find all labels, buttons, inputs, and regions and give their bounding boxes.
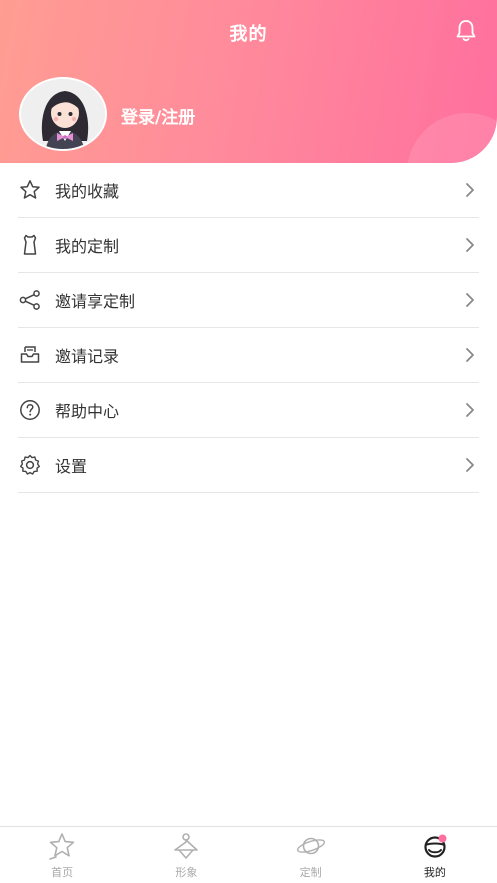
tab-home[interactable]: 首页 (0, 827, 124, 883)
chevron-right-icon (466, 183, 474, 197)
login-register-link[interactable]: 登录/注册 (121, 103, 195, 128)
avatar-illustration (21, 79, 105, 149)
settings-menu: 我的收藏 我的定制 邀请享定制 邀请记录 帮助中心 设置 (0, 163, 497, 493)
chevron-right-icon (466, 403, 474, 417)
menu-item-label: 邀请享定制 (55, 292, 136, 311)
share-icon (19, 290, 40, 310)
menu-item-my-custom[interactable]: 我的定制 (18, 218, 479, 273)
page-title: 我的 (229, 24, 268, 45)
profile-icon (424, 834, 447, 858)
tab-image[interactable]: 形象 (124, 827, 248, 883)
tab-label: 我的 (423, 866, 446, 879)
chevron-right-icon (466, 458, 474, 472)
menu-item-label: 邀请记录 (55, 347, 120, 366)
menu-item-label: 我的收藏 (55, 182, 120, 201)
bell-icon[interactable] (453, 18, 479, 44)
planet-icon (296, 837, 325, 855)
chevron-right-icon (466, 348, 474, 362)
header-decoration (407, 113, 497, 163)
chevron-right-icon (466, 293, 474, 307)
inbox-icon (20, 346, 40, 363)
profile-page: 我的 登录/注册 我的收藏 我的定制 邀请享定制 邀请记录 帮助中心 设置 首页… (0, 0, 497, 883)
tab-label: 定制 (299, 866, 322, 879)
chevron-right-icon (466, 238, 474, 252)
hanger-icon (174, 833, 199, 859)
menu-item-settings[interactable]: 设置 (18, 438, 479, 493)
help-icon (20, 400, 40, 420)
menu-item-invite-records[interactable]: 邀请记录 (18, 328, 479, 383)
tab-label: 形象 (175, 866, 198, 879)
tab-custom[interactable]: 定制 (249, 827, 373, 883)
menu-item-invite[interactable]: 邀请享定制 (18, 273, 479, 328)
menu-item-help[interactable]: 帮助中心 (18, 383, 479, 438)
avatar[interactable] (19, 77, 107, 151)
menu-item-label: 设置 (55, 457, 88, 476)
notification-badge (438, 834, 447, 843)
tab-label: 首页 (51, 866, 74, 879)
garment-icon (23, 234, 37, 255)
menu-item-favorites[interactable]: 我的收藏 (18, 163, 479, 218)
menu-item-label: 帮助中心 (55, 402, 120, 421)
home-star-icon (49, 833, 75, 860)
tab-mine[interactable]: 我的 (373, 827, 497, 883)
bottom-tab-bar: 首页 形象 定制 我的 (0, 826, 497, 883)
star-icon (20, 180, 40, 199)
profile-header: 我的 登录/注册 (0, 0, 497, 163)
menu-item-label: 我的定制 (55, 237, 120, 256)
gear-icon (20, 454, 40, 475)
